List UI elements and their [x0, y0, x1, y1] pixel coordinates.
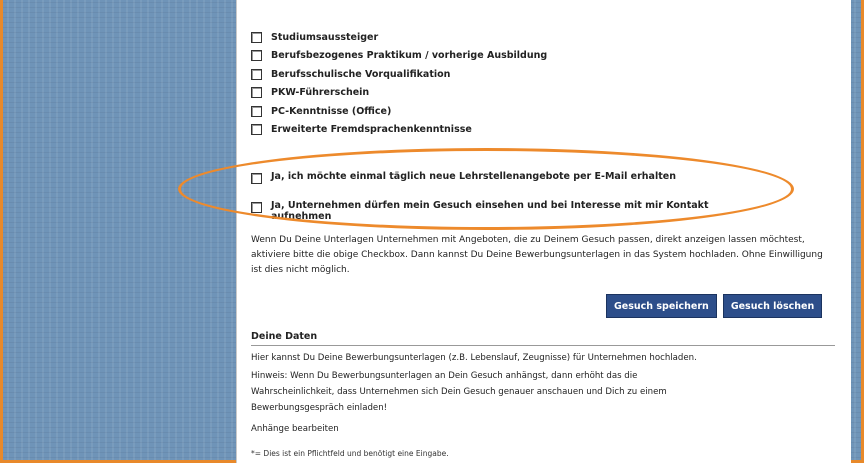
company-view-optin-row[interactable]: Ja, Unternehmen dürfen mein Gesuch einse… — [251, 200, 771, 222]
form-panel: Studiumsaussteiger Berufsbezogenes Prakt… — [236, 0, 851, 463]
checkbox[interactable] — [251, 87, 262, 99]
consent-info-text: Wenn Du Deine Unterlagen Unternehmen mit… — [251, 235, 823, 275]
required-field-footnote: *= Dies ist ein Pflichtfeld und benötigt… — [251, 449, 449, 458]
checkbox[interactable] — [251, 31, 262, 43]
checkbox-row-pc-kenntnisse[interactable]: PC-Kenntnisse (Office) — [251, 102, 547, 121]
edit-attachments-link[interactable]: Anhänge bearbeiten — [251, 424, 835, 434]
checkbox[interactable] — [251, 50, 262, 62]
checkbox-row-studiumsaussteiger[interactable]: Studiumsaussteiger — [251, 28, 547, 47]
checkbox-row-fuehrerschein[interactable]: PKW-Führerschein — [251, 84, 547, 103]
company-view-checkbox[interactable] — [251, 202, 262, 213]
checkbox-label: PKW-Führerschein — [271, 87, 370, 99]
qualifications-checkbox-list: Studiumsaussteiger Berufsbezogenes Prakt… — [251, 28, 547, 139]
data-text-line: Hier kannst Du Deine Bewerbungsunterlage… — [251, 353, 697, 363]
data-hint-line: Hinweis: Wenn Du Bewerbungsunterlagen an… — [251, 371, 638, 381]
email-optin-checkbox[interactable] — [251, 173, 262, 184]
checkbox-row-fremdsprachen[interactable]: Erweiterte Fremdsprachenkenntnisse — [251, 121, 547, 140]
checkbox[interactable] — [251, 68, 262, 80]
checkbox-label: Studiumsaussteiger — [271, 31, 379, 43]
form-actions: Gesuch speichern Gesuch löschen — [606, 294, 823, 318]
checkbox-row-vorqualifikation[interactable]: Berufsschulische Vorqualifikation — [251, 65, 547, 84]
checkbox-label: Berufsbezogenes Praktikum / vorherige Au… — [271, 50, 548, 62]
checkbox[interactable] — [251, 124, 262, 136]
company-view-label: Ja, Unternehmen dürfen mein Gesuch einse… — [271, 200, 709, 222]
delete-request-button[interactable]: Gesuch löschen — [722, 294, 823, 318]
checkbox[interactable] — [251, 105, 262, 117]
data-hint-line: Bewerbungsgespräch einladen! — [251, 403, 388, 413]
checkbox-label: PC-Kenntnisse (Office) — [271, 105, 392, 117]
checkbox-row-praktikum[interactable]: Berufsbezogenes Praktikum / vorherige Au… — [251, 47, 547, 66]
email-optin-label: Ja, ich möchte einmal täglich neue Lehrs… — [271, 171, 676, 182]
your-data-heading: Deine Daten — [251, 331, 835, 346]
email-optin-row[interactable]: Ja, ich möchte einmal täglich neue Lehrs… — [251, 171, 771, 184]
save-request-button[interactable]: Gesuch speichern — [606, 294, 717, 318]
checkbox-label: Berufsschulische Vorqualifikation — [271, 68, 451, 80]
data-hint-line: Wahrscheinlichkeit, dass Unternehmen sic… — [251, 387, 667, 397]
checkbox-label: Erweiterte Fremdsprachenkenntnisse — [271, 124, 472, 136]
